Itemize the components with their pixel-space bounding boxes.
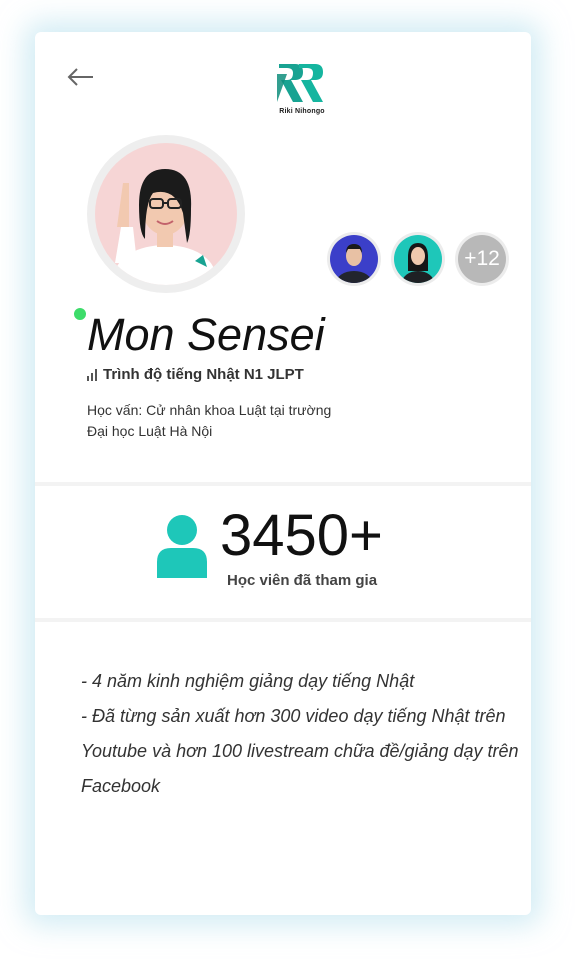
student-count-label: Học viên đã tham gia <box>227 572 378 589</box>
student-count: 3450+ <box>220 503 383 568</box>
section-divider <box>35 618 531 622</box>
teacher-thumb-2[interactable] <box>391 232 445 286</box>
section-divider <box>35 482 531 486</box>
logo-text: Riki Nihongo <box>279 108 325 115</box>
logo-mark-icon <box>277 64 323 102</box>
arrow-left-icon[interactable] <box>67 66 95 88</box>
teacher-thumb-photo-icon <box>402 243 434 283</box>
more-teachers-count: +12 <box>458 235 506 283</box>
more-teachers-button[interactable]: +12 <box>455 232 509 286</box>
signal-bars-icon <box>87 368 97 381</box>
teacher-avatar <box>87 135 245 293</box>
experience-list: - 4 năm kinh nghiệm giảng dạy tiếng Nhật… <box>81 664 521 804</box>
teacher-name: Mon Sensei <box>87 309 325 360</box>
teacher-education: Học vấn: Cử nhân khoa Luật tại trường Đạ… <box>87 400 387 442</box>
education-line-1: Học vấn: Cử nhân khoa Luật tại trường <box>87 402 332 418</box>
teacher-thumb-photo-icon <box>336 244 372 283</box>
teacher-level-text: Trình độ tiếng Nhật N1 JLPT <box>103 366 304 383</box>
user-icon <box>157 515 207 578</box>
education-line-2: Đại học Luật Hà Nội <box>87 423 213 439</box>
teacher-level: Trình độ tiếng Nhật N1 JLPT <box>87 366 304 383</box>
online-status-dot <box>72 306 88 322</box>
riki-logo[interactable]: Riki Nihongo <box>273 60 331 118</box>
teacher-card: Riki Nihongo +12 Mon Sensei Trình độ tiế… <box>35 32 531 915</box>
experience-item: - 4 năm kinh nghiệm giảng dạy tiếng Nhật <box>81 671 415 691</box>
experience-item: - Đã từng sản xuất hơn 300 video dạy tiế… <box>81 706 519 796</box>
teacher-thumb-1[interactable] <box>327 232 381 286</box>
teacher-photo-icon <box>115 169 215 285</box>
